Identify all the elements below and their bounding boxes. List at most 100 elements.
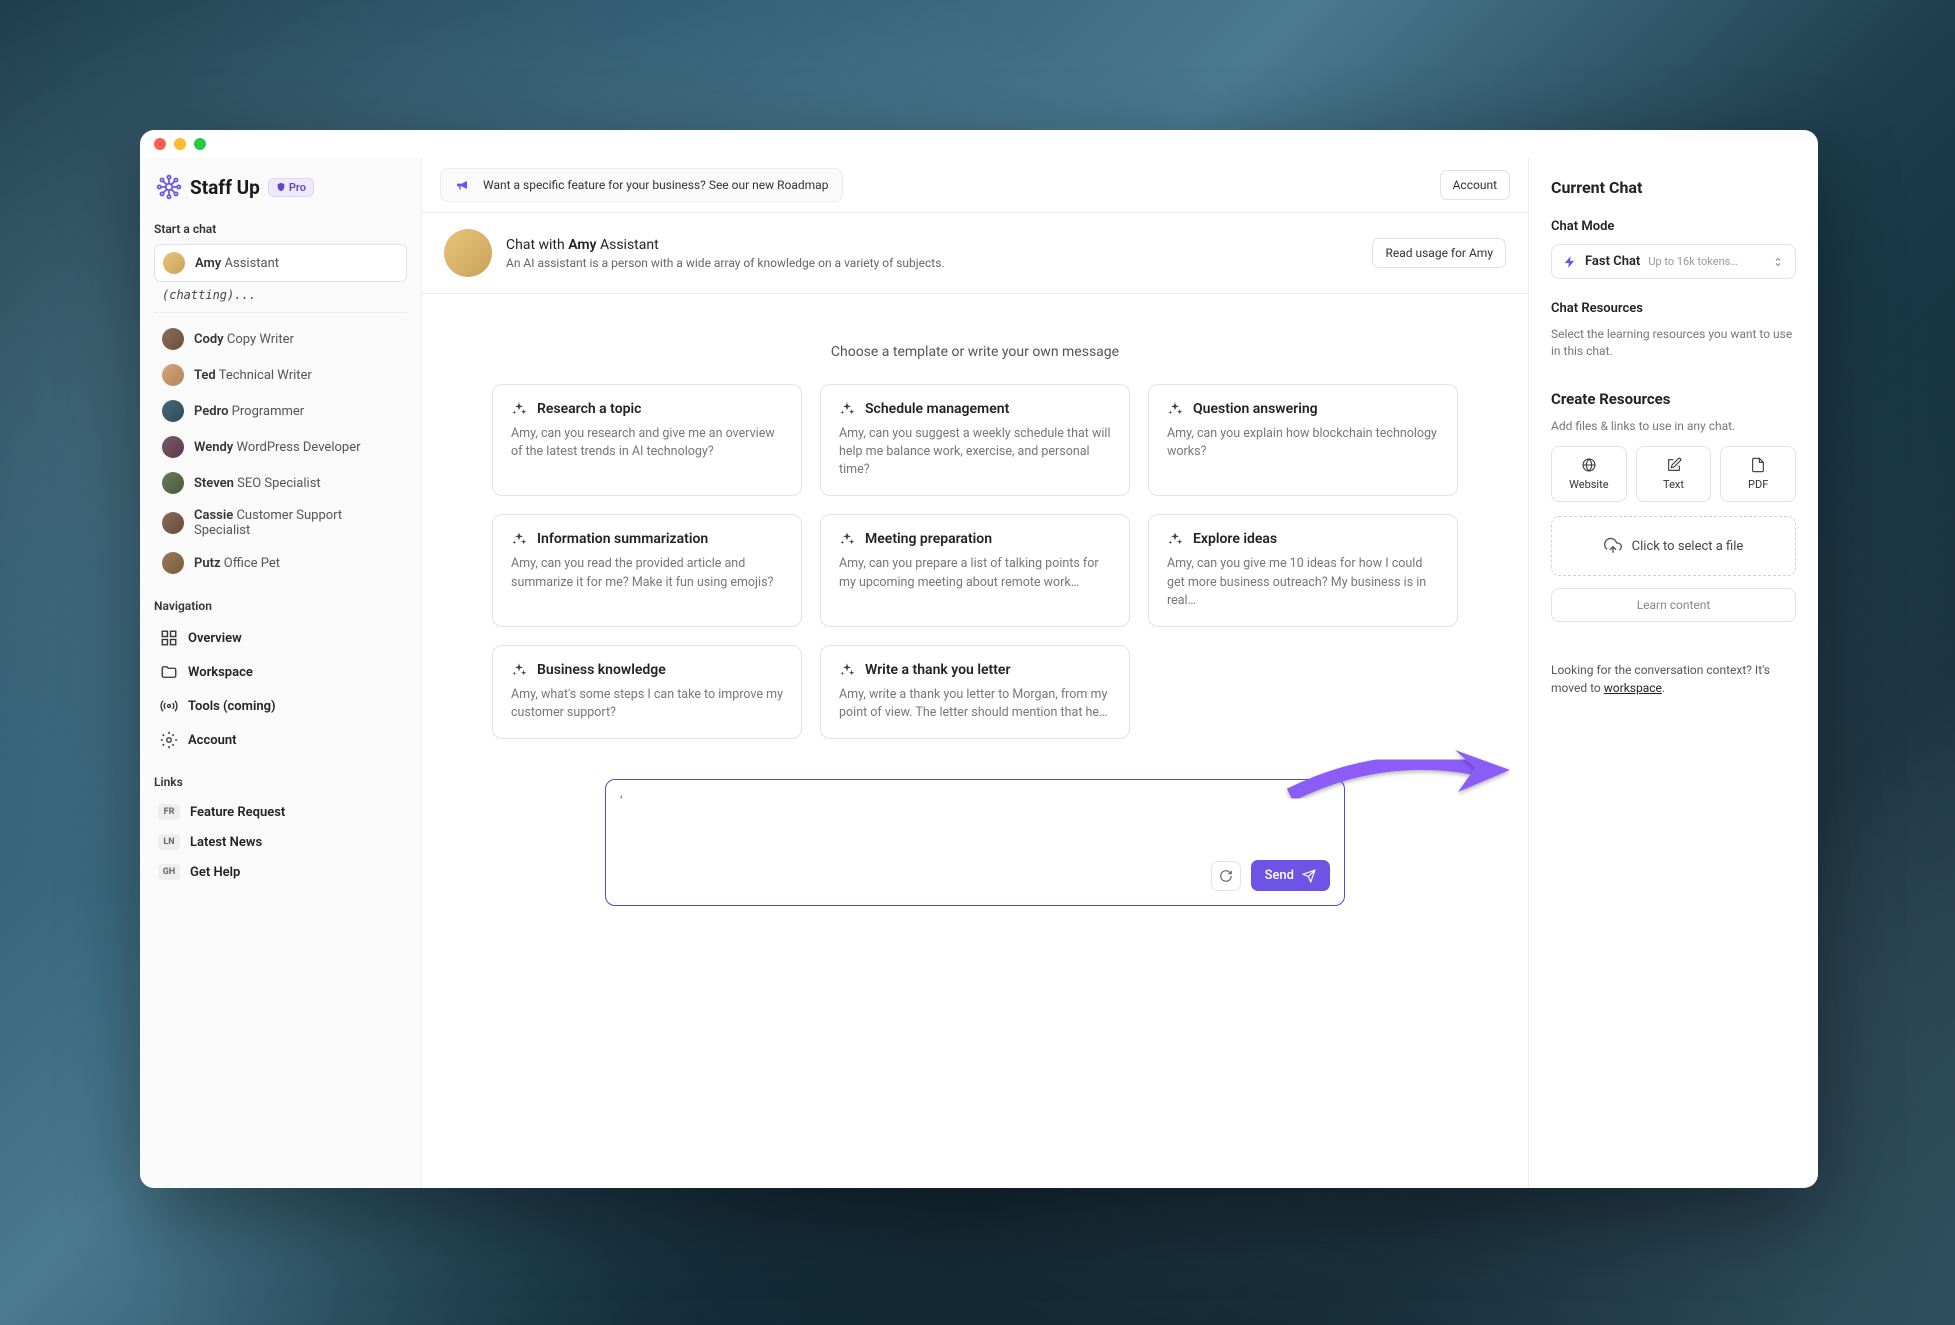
sidebar-staff-pedro[interactable]: Pedro Programmer (154, 393, 407, 429)
avatar-icon (162, 512, 184, 534)
pro-badge-label: Pro (289, 181, 306, 194)
edit-icon (1666, 457, 1682, 473)
read-usage-button[interactable]: Read usage for Amy (1372, 238, 1506, 268)
window-close-button[interactable] (154, 138, 166, 150)
link-latest-news[interactable]: LN Latest News (154, 827, 407, 857)
mode-desc: Up to 16k tokens… (1648, 255, 1764, 268)
nav-label: Tools (coming) (188, 699, 276, 714)
template-ideas[interactable]: Explore ideasAmy, can you give me 10 ide… (1148, 514, 1458, 626)
staff-name: Amy (195, 256, 221, 271)
sparkles-icon (839, 531, 855, 547)
window-minimize-button[interactable] (174, 138, 186, 150)
bolt-icon (1563, 255, 1577, 269)
template-body: Amy, can you suggest a weekly schedule t… (839, 425, 1111, 479)
link-get-help[interactable]: GHGet Help (154, 857, 407, 887)
file-icon (1750, 457, 1766, 473)
template-body: Amy, can you prepare a list of talking p… (839, 555, 1111, 591)
chat-header: Chat with Amy Assistant An AI assistant … (422, 213, 1528, 294)
account-button[interactable]: Account (1440, 170, 1510, 200)
nav-workspace[interactable]: Workspace (154, 655, 407, 689)
template-body: Amy, can you read the provided article a… (511, 555, 783, 591)
rightbar: Current Chat Chat Mode Fast Chat Up to 1… (1528, 158, 1818, 1188)
sidebar-staff-wendy[interactable]: Wendy WordPress Developer (154, 429, 407, 465)
template-body: Amy, write a thank you letter to Morgan,… (839, 686, 1111, 722)
sidebar-staff-cody[interactable]: Cody Copy Writer (154, 321, 407, 357)
window-titlebar (140, 130, 1818, 158)
staff-name: Ted (194, 368, 216, 383)
template-question[interactable]: Question answeringAmy, can you explain h… (1148, 384, 1458, 496)
template-title: Meeting preparation (865, 531, 992, 547)
broadcast-icon (160, 697, 178, 715)
refresh-icon (1219, 869, 1233, 883)
context-note: Looking for the conversation context? It… (1551, 662, 1796, 697)
current-chat-title: Current Chat (1551, 178, 1796, 197)
avatar-icon (162, 472, 184, 494)
template-summarize[interactable]: Information summarizationAmy, can you re… (492, 514, 802, 626)
nav-label: Workspace (188, 665, 253, 680)
link-badge: GH (158, 864, 180, 880)
resource-buttons: Website Text PDF (1551, 446, 1796, 502)
template-schedule[interactable]: Schedule management Amy, can you suggest … (820, 384, 1130, 496)
roadmap-banner[interactable]: Want a specific feature for your busines… (440, 168, 843, 202)
sparkles-icon (511, 401, 527, 417)
brand-name: Staff Up (190, 176, 260, 199)
template-body: Amy, what's some steps I can take to imp… (511, 686, 783, 722)
chat-mode-select[interactable]: Fast Chat Up to 16k tokens… (1551, 244, 1796, 279)
resource-pdf-button[interactable]: PDF (1720, 446, 1796, 502)
template-meeting[interactable]: Meeting preparation Amy, can you prepare … (820, 514, 1130, 626)
workspace-link[interactable]: workspace (1604, 681, 1662, 695)
sparkles-icon (839, 401, 855, 417)
template-thankyou[interactable]: Write a thank you letter Amy, write a tha… (820, 645, 1130, 739)
link-badge: LN (158, 834, 180, 850)
mode-name: Fast Chat (1585, 254, 1640, 269)
template-research[interactable]: Research a topicAmy, can you research an… (492, 384, 802, 496)
staff-name: Pedro (194, 404, 228, 419)
learn-content-button[interactable]: Learn content (1551, 588, 1796, 622)
folder-icon (160, 663, 178, 681)
avatar-icon (162, 552, 184, 574)
send-button[interactable]: Send (1251, 860, 1330, 891)
link-label: Latest News (190, 835, 262, 850)
template-title: Write a thank you letter (865, 662, 1010, 678)
center-column: Want a specific feature for your busines… (422, 158, 1528, 1188)
sidebar-staff-amy[interactable]: Amy Assistant (154, 244, 407, 282)
staff-role: Copy Writer (227, 332, 294, 347)
shield-check-icon (276, 182, 286, 192)
chat-mode-label: Chat Mode (1551, 219, 1796, 234)
nav-account[interactable]: Account (154, 723, 407, 757)
nav-tools[interactable]: Tools (coming) (154, 689, 407, 723)
create-resources-desc: Add files & links to use in any chat. (1551, 418, 1796, 435)
staff-role: Programmer (232, 404, 305, 419)
template-business[interactable]: Business knowledgeAmy, what's some steps… (492, 645, 802, 739)
sidebar-staff-cassie[interactable]: Cassie Customer Support Specialist (154, 501, 407, 545)
send-label: Send (1265, 868, 1294, 883)
sparkles-icon (1167, 401, 1183, 417)
nav-overview[interactable]: Overview (154, 621, 407, 655)
file-dropzone[interactable]: Click to select a file (1551, 516, 1796, 576)
app-window: Staff Up Pro Start a chat Amy Assistant … (140, 130, 1818, 1188)
staff-name: Steven (194, 476, 234, 491)
brand: Staff Up Pro (154, 170, 407, 204)
resource-website-button[interactable]: Website (1551, 446, 1627, 502)
navigation-label: Navigation (154, 599, 407, 613)
send-icon (1302, 869, 1316, 883)
template-title: Research a topic (537, 401, 641, 417)
regenerate-button[interactable] (1211, 861, 1241, 891)
avatar-icon (162, 364, 184, 386)
sidebar-staff-steven[interactable]: Steven SEO Specialist (154, 465, 407, 501)
link-feature-request[interactable]: FRFeature Request (154, 797, 407, 827)
staff-name: Wendy (194, 440, 233, 455)
template-body: Amy, can you give me 10 ideas for how I … (1167, 555, 1439, 609)
template-grid: Research a topicAmy, can you research an… (492, 384, 1458, 739)
links-label: Links (154, 775, 407, 789)
sidebar-staff-ted[interactable]: Ted Technical Writer (154, 357, 407, 393)
resource-text-button[interactable]: Text (1636, 446, 1712, 502)
message-composer: Send (605, 779, 1345, 906)
dropzone-label: Click to select a file (1632, 539, 1744, 554)
template-title: Schedule management (865, 401, 1009, 417)
window-maximize-button[interactable] (194, 138, 206, 150)
chat-subtitle: An AI assistant is a person with a wide … (506, 256, 945, 270)
message-input[interactable] (620, 794, 1330, 810)
sidebar-staff-putz[interactable]: Putz Office Pet (154, 545, 407, 581)
sparkles-icon (839, 662, 855, 678)
